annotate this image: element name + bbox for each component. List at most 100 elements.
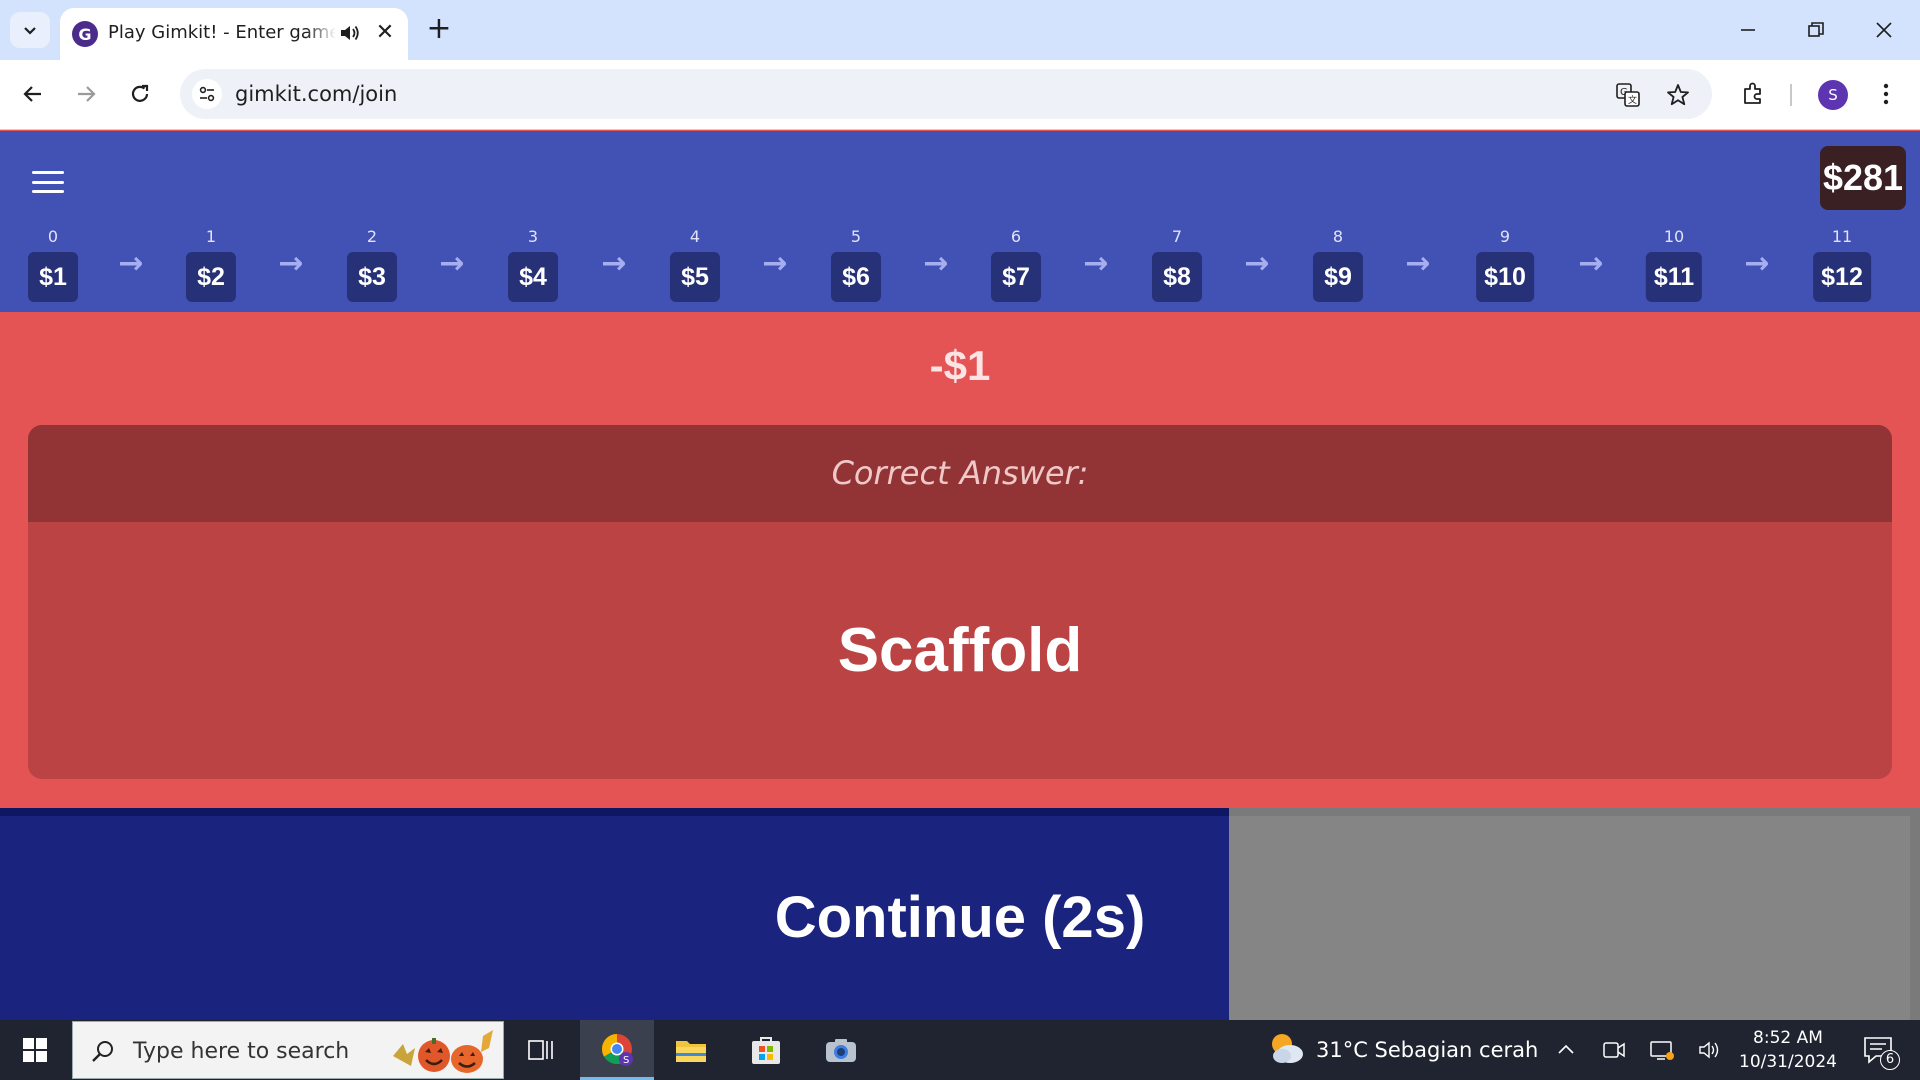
show-hidden-icons-button[interactable] — [1552, 1036, 1580, 1064]
microsoft-store-taskbar-app[interactable] — [729, 1020, 803, 1080]
step-value: $4 — [508, 252, 558, 302]
upgrade-step: 9 $10 — [1476, 226, 1534, 302]
task-view-button[interactable] — [504, 1020, 578, 1080]
reload-button[interactable] — [120, 74, 160, 114]
taskbar-clock[interactable]: 8:52 AM 10/31/2024 — [1736, 1026, 1840, 1074]
step-level: 1 — [205, 227, 217, 246]
step-level: 2 — [366, 227, 378, 246]
file-explorer-taskbar-app[interactable] — [654, 1020, 728, 1080]
arrow-right-icon: → — [1578, 246, 1604, 281]
game-header: $281 0 $1 → 1 $2 → 2 $3 → 3 $4 → 4 $5 → 5 $6 →… — [0, 131, 1920, 312]
search-placeholder: Type here to search — [133, 1039, 350, 1064]
step-value: $7 — [991, 252, 1041, 302]
volume-button[interactable] — [1696, 1036, 1724, 1064]
bookmark-button[interactable] — [1662, 79, 1694, 111]
step-value: $10 — [1476, 252, 1534, 302]
site-info-button[interactable] — [192, 79, 222, 109]
weather-text: 31°C Sebagian cerah — [1316, 1038, 1539, 1062]
step-level: 3 — [527, 227, 539, 246]
hamburger-menu-icon[interactable] — [30, 167, 66, 197]
step-level: 7 — [1171, 227, 1183, 246]
arrow-right-icon: → — [439, 246, 465, 281]
store-icon — [752, 1037, 780, 1064]
svg-text:文: 文 — [1628, 94, 1637, 106]
chrome-icon: S — [601, 1033, 633, 1066]
meet-now-button[interactable] — [1600, 1036, 1628, 1064]
arrow-right-icon — [78, 86, 96, 102]
profile-avatar[interactable]: S — [1818, 80, 1848, 110]
continue-progress-edge — [0, 808, 1229, 816]
video-call-icon — [1603, 1042, 1625, 1058]
arrow-right-icon: → — [1244, 246, 1270, 281]
minimize-button[interactable] — [1724, 10, 1772, 50]
windows-logo-icon — [23, 1038, 47, 1062]
search-icon — [92, 1041, 113, 1062]
restore-icon — [1808, 22, 1824, 37]
balance-display: $281 — [1820, 146, 1906, 210]
start-button[interactable] — [0, 1020, 70, 1080]
minimize-icon — [1741, 29, 1755, 31]
step-value: $2 — [186, 252, 236, 302]
task-view-icon — [528, 1040, 553, 1060]
step-value: $9 — [1313, 252, 1363, 302]
extensions-button[interactable] — [1735, 76, 1771, 112]
browser-menu-button[interactable] — [1868, 76, 1904, 112]
step-level: 4 — [689, 227, 701, 246]
weather-widget[interactable]: 31°C Sebagian cerah — [1266, 1030, 1538, 1070]
upgrade-step: 0 $1 — [28, 226, 78, 302]
browser-tab[interactable]: G Play Gimkit! - Enter game code ✕ — [60, 8, 408, 60]
correct-answer-card: Correct Answer: Scaffold — [28, 425, 1892, 779]
upgrade-step: 10 $11 — [1645, 226, 1703, 302]
forward-button[interactable] — [66, 74, 106, 114]
browser-tab-strip: G Play Gimkit! - Enter game code ✕ + — [0, 0, 1920, 60]
speaker-icon[interactable] — [336, 20, 362, 46]
network-icon — [1650, 1041, 1674, 1060]
money-change: -$1 — [929, 342, 991, 389]
partly-cloudy-icon — [1272, 1034, 1303, 1063]
upgrade-step: 8 $9 — [1313, 226, 1363, 302]
new-tab-button[interactable]: + — [422, 12, 456, 46]
chrome-taskbar-app[interactable]: S — [580, 1020, 654, 1080]
network-button[interactable] — [1648, 1036, 1676, 1064]
translate-button[interactable]: G文 — [1612, 79, 1644, 111]
step-value: $3 — [347, 252, 397, 302]
tab-search-button[interactable] — [10, 12, 50, 48]
close-icon — [1876, 22, 1892, 38]
notification-count-badge: 6 — [1880, 1050, 1900, 1070]
svg-text:S: S — [623, 1055, 629, 1066]
step-value: $11 — [1645, 252, 1703, 302]
arrow-right-icon: → — [118, 246, 144, 281]
upgrade-step: 7 $8 — [1152, 226, 1202, 302]
camera-taskbar-app[interactable] — [804, 1020, 878, 1080]
close-window-button[interactable] — [1860, 10, 1908, 50]
arrow-right-icon: → — [1744, 246, 1770, 281]
halloween-pumpkin-icon — [393, 1030, 493, 1073]
upgrade-step: 2 $3 — [347, 226, 397, 302]
url-text[interactable]: gimkit.com/join — [235, 82, 397, 106]
chevron-up-icon — [1558, 1044, 1574, 1054]
step-value: $6 — [831, 252, 881, 302]
chevron-down-icon — [24, 27, 36, 35]
correct-answer-label: Correct Answer: — [28, 425, 1892, 522]
step-level: 9 — [1499, 227, 1511, 246]
volume-icon — [1699, 1041, 1719, 1059]
arrow-right-icon: → — [601, 246, 627, 281]
restore-button[interactable] — [1792, 10, 1840, 50]
address-bar[interactable]: gimkit.com/join G文 — [180, 69, 1712, 119]
taskbar-search-box[interactable]: Type here to search — [72, 1021, 504, 1079]
step-level: 6 — [1010, 227, 1022, 246]
tab-close-button[interactable]: ✕ — [372, 20, 398, 46]
puzzle-icon — [1744, 82, 1761, 104]
upgrade-step: 11 $12 — [1813, 226, 1871, 302]
continue-button[interactable]: Continue (2s) — [8, 816, 1912, 1020]
arrow-right-icon: → — [762, 246, 788, 281]
camera-icon — [826, 1039, 856, 1062]
continue-area[interactable]: Continue (2s) — [0, 808, 1920, 1020]
back-button[interactable] — [13, 74, 53, 114]
step-value: $1 — [28, 252, 78, 302]
step-level: 8 — [1332, 227, 1344, 246]
gimkit-favicon-icon: G — [72, 21, 98, 47]
arrow-right-icon: → — [1405, 246, 1431, 281]
reload-icon — [131, 84, 149, 102]
arrow-left-icon — [23, 86, 41, 102]
